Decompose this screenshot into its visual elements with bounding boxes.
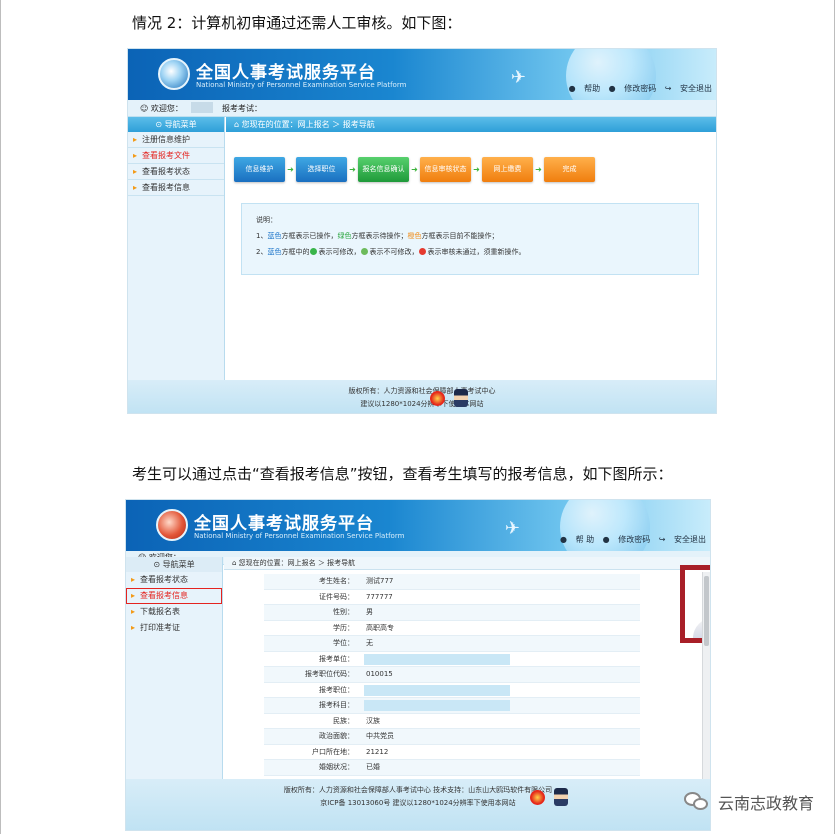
table-row: 民族： 汉族 [264, 714, 640, 729]
breadcrumb: ⌂ 您现在的位置：网上报名 ＞ 报考导航 [226, 117, 716, 132]
site-title: 全国人事考试服务平台 [196, 63, 376, 83]
vertical-scrollbar[interactable] [702, 572, 710, 782]
footer-copyright: 版权所有：人力资源和社会保障部人事考试中心 [348, 387, 496, 395]
step-confirm-registration[interactable]: 报名信息确认 [358, 157, 409, 182]
screenshot-registration-navigation: 全国人事考试服务平台 National Ministry of Personne… [127, 48, 717, 414]
table-row: 学位：无 [264, 636, 640, 652]
pta-logo-icon [158, 58, 190, 90]
screenshot-exam-info: 全国人事考试服务平台 National Ministry of Personne… [125, 499, 711, 831]
wechat-icon [683, 792, 710, 812]
help-link[interactable]: ● 帮 助 [560, 535, 594, 544]
site-subtitle: National Ministry of Personnel Examinati… [196, 81, 407, 89]
redacted-value [364, 684, 510, 696]
police-mascot-icon [554, 788, 568, 806]
exam-info-form: 考生姓名： 测试777 证件号码： 777777 性别：男 学历： 高职高专 学位：无… [264, 574, 640, 776]
welcome-bar: ☺ 欢迎您： 报考考试： [128, 100, 716, 117]
arrow-icon: ➜ [535, 165, 542, 174]
table-row: 报考科目： [264, 698, 640, 714]
logout-link[interactable]: ↪ 安全退出 [665, 84, 712, 93]
editable-icon [310, 248, 318, 255]
police-badge-icon [530, 790, 545, 805]
sidebar-item-register-info[interactable]: 注册信息维护 [128, 132, 224, 148]
top-links: ● 帮助 ● 修改密码 ↪ 安全退出 [563, 83, 712, 94]
airplane-icon: ✈ [510, 67, 526, 88]
airplane-icon: ✈ [504, 518, 520, 539]
sidebar-item-exam-info[interactable]: 查看报考信息 [128, 180, 224, 196]
document-page: 情况 2：计算机初审通过还需人工审核。如下图： 全国人事考试服务平台 Natio… [0, 0, 835, 834]
table-row: 证件号码： 777777 [264, 590, 640, 605]
site-title: 全国人事考试服务平台 [194, 514, 374, 534]
help-link[interactable]: ● 帮助 [569, 84, 601, 93]
table-row: 报考职位代码： 010015 [264, 667, 640, 683]
sidebar-item-exam-files[interactable]: 查看报考文件 [128, 148, 224, 164]
step-review-status[interactable]: 信息审核状态 [420, 157, 471, 182]
nav-menu-title: ⊙ 导航菜单 [126, 557, 222, 572]
table-row: 报考单位： [264, 652, 640, 667]
redacted-value [364, 700, 510, 711]
change-password-link[interactable]: ● 修改密码 [609, 84, 657, 93]
table-row: 婚姻状况： 已婚 [264, 760, 640, 776]
table-row: 户口所在地： 21212 [264, 745, 640, 760]
table-row: 考生姓名： 测试777 [264, 574, 640, 590]
step-complete[interactable]: 完成 [544, 157, 595, 182]
step-online-payment[interactable]: 网上缴费 [482, 157, 533, 182]
progress-steps: 信息维护 ➜ 选择职位 ➜ 报名信息确认 ➜ 信息审核状态 ➜ 网上缴费 ➜ 完… [234, 157, 595, 182]
site-footer: 版权所有：人力资源和社会保障部人事考试中心 技术支持：山东山大鸥玛软件有限公司 … [126, 779, 710, 830]
site-banner: 全国人事考试服务平台 National Ministry of Personne… [128, 49, 716, 121]
arrow-icon: ➜ [473, 165, 480, 174]
pta-logo-icon [156, 509, 188, 541]
site-footer: 版权所有：人力资源和社会保障部人事考试中心 建议以1280*1024分辨率下使用… [128, 380, 716, 413]
sidebar-item-exam-info[interactable]: 查看报考信息 [126, 588, 222, 604]
footer-resolution-note: 建议以1280*1024分辨率下使用本网站 [360, 400, 484, 408]
table-row: 学历： 高职高专 [264, 621, 640, 636]
logout-link[interactable]: ↪ 安全退出 [659, 535, 706, 544]
step-select-position[interactable]: 选择职位 [296, 157, 347, 182]
nav-sidebar: ⊙ 导航菜单 注册信息维护 查看报考文件 查看报考状态 查看报考信息 [128, 117, 225, 380]
footer-icp-note: 京ICP备 13013060号 建议以1280*1024分辨率下使用本网站 [320, 799, 516, 807]
police-badge-icon [430, 391, 445, 406]
paragraph-situation-2: 情况 2：计算机初审通过还需人工审核。如下图： [132, 14, 462, 32]
step-info-maintain[interactable]: 信息维护 [234, 157, 285, 182]
police-mascot-icon [454, 389, 468, 407]
nav-menu-title: ⊙ 导航菜单 [128, 117, 224, 132]
sidebar-item-exam-status[interactable]: 查看报考状态 [128, 164, 224, 180]
nav-sidebar: ⊙ 导航菜单 查看报考状态 查看报考信息 下载报名表 打印准考证 [126, 557, 223, 779]
user-icon: ☺ [140, 104, 149, 113]
scrollbar-thumb[interactable] [704, 576, 709, 646]
top-links: ● 帮 助 ● 修改密码 ↪ 安全退出 [554, 534, 706, 545]
site-banner: 全国人事考试服务平台 National Ministry of Personne… [126, 500, 710, 572]
sidebar-item-exam-status[interactable]: 查看报考状态 [126, 572, 222, 588]
table-row: 政治面貌： 中共党员 [264, 729, 640, 745]
sidebar-item-print-ticket[interactable]: 打印准考证 [126, 620, 222, 636]
main-content: ⌂ 您现在的位置：网上报名 ＞ 报考导航 考生姓名： 测试777 证件号码： 777… [224, 557, 710, 782]
table-row: 报考职位： [264, 683, 640, 698]
change-password-link[interactable]: ● 修改密码 [603, 535, 651, 544]
table-row: 性别：男 [264, 605, 640, 621]
instructions-title: 说明： [256, 216, 277, 224]
watermark: 云南志政教育 [683, 790, 814, 814]
locked-icon [361, 248, 369, 255]
breadcrumb: ⌂ 您现在的位置：网上报名 ＞ 报考导航 [224, 557, 710, 570]
site-subtitle: National Ministry of Personnel Examinati… [194, 532, 405, 540]
arrow-icon: ➜ [287, 165, 294, 174]
footer-copyright: 版权所有：人力资源和社会保障部人事考试中心 技术支持：山东山大鸥玛软件有限公司 [283, 786, 553, 794]
main-content: ⌂ 您现在的位置：网上报名 ＞ 报考导航 信息维护 ➜ 选择职位 ➜ 报名信息确… [226, 117, 716, 380]
sidebar-item-download-form[interactable]: 下载报名表 [126, 604, 222, 620]
instructions-line-1: 1、蓝色方框表示已操作，绿色方框表示待操作；橙色方框表示目前不能操作； [256, 232, 499, 240]
redacted-name [191, 102, 214, 113]
arrow-icon: ➜ [349, 165, 356, 174]
instructions-line-2: 2、蓝色方框中的 表示可修改， 表示不可修改， 表示审核未通过，须重新操作。 [256, 248, 526, 256]
rejected-icon [419, 248, 427, 255]
paragraph-view-info: 考生可以通过点击“查看报考信息”按钮，查看考生填写的报考信息，如下图所示： [132, 465, 673, 483]
instructions-box: 说明： 1、蓝色方框表示已操作，绿色方框表示待操作；橙色方框表示目前不能操作； … [241, 203, 699, 275]
arrow-icon: ➜ [411, 165, 418, 174]
redacted-value [364, 653, 510, 665]
